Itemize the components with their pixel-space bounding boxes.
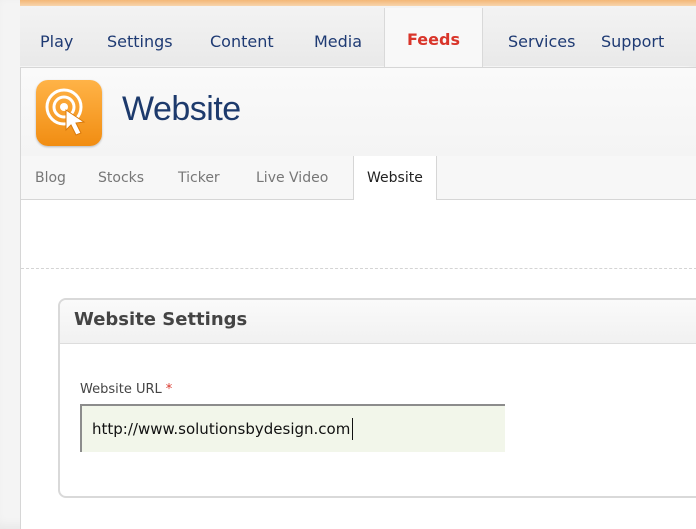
tab-stocks[interactable]: Stocks bbox=[98, 170, 144, 186]
nav-settings[interactable]: Settings bbox=[107, 32, 173, 51]
nav-services[interactable]: Services bbox=[508, 32, 575, 51]
website-url-label-text: Website URL bbox=[80, 382, 162, 397]
content-panel: Website Blog Stocks Ticker Live Video We… bbox=[20, 67, 696, 529]
tab-ticker[interactable]: Ticker bbox=[178, 170, 220, 186]
tab-blog[interactable]: Blog bbox=[35, 170, 66, 186]
nav-media[interactable]: Media bbox=[314, 32, 362, 51]
text-caret bbox=[352, 418, 354, 440]
website-settings-panel: Website Settings Website URL * http://www… bbox=[58, 298, 696, 498]
nav-support[interactable]: Support bbox=[601, 32, 664, 51]
nav-content[interactable]: Content bbox=[210, 32, 274, 51]
page-title: Website bbox=[122, 90, 241, 128]
tab-live-video[interactable]: Live Video bbox=[256, 170, 328, 186]
settings-header: Website Settings bbox=[60, 300, 696, 344]
page-header: Website bbox=[21, 68, 696, 156]
website-url-label: Website URL * bbox=[80, 382, 172, 397]
nav-feeds[interactable]: Feeds bbox=[384, 8, 483, 72]
main-nav: Play Settings Content Media Feeds Servic… bbox=[20, 6, 696, 72]
required-marker: * bbox=[165, 382, 173, 397]
settings-title: Website Settings bbox=[74, 309, 248, 330]
website-url-input[interactable]: http://www.solutionsbydesign.com bbox=[80, 404, 505, 452]
nav-play[interactable]: Play bbox=[40, 32, 73, 51]
subtab-bar: Blog Stocks Ticker Live Video Website bbox=[21, 156, 696, 200]
tab-website[interactable]: Website bbox=[353, 156, 437, 200]
section-divider bbox=[21, 268, 696, 269]
touch-icon bbox=[36, 80, 102, 146]
app-frame: Play Settings Content Media Feeds Servic… bbox=[0, 0, 696, 529]
website-url-value: http://www.solutionsbydesign.com bbox=[92, 420, 351, 438]
